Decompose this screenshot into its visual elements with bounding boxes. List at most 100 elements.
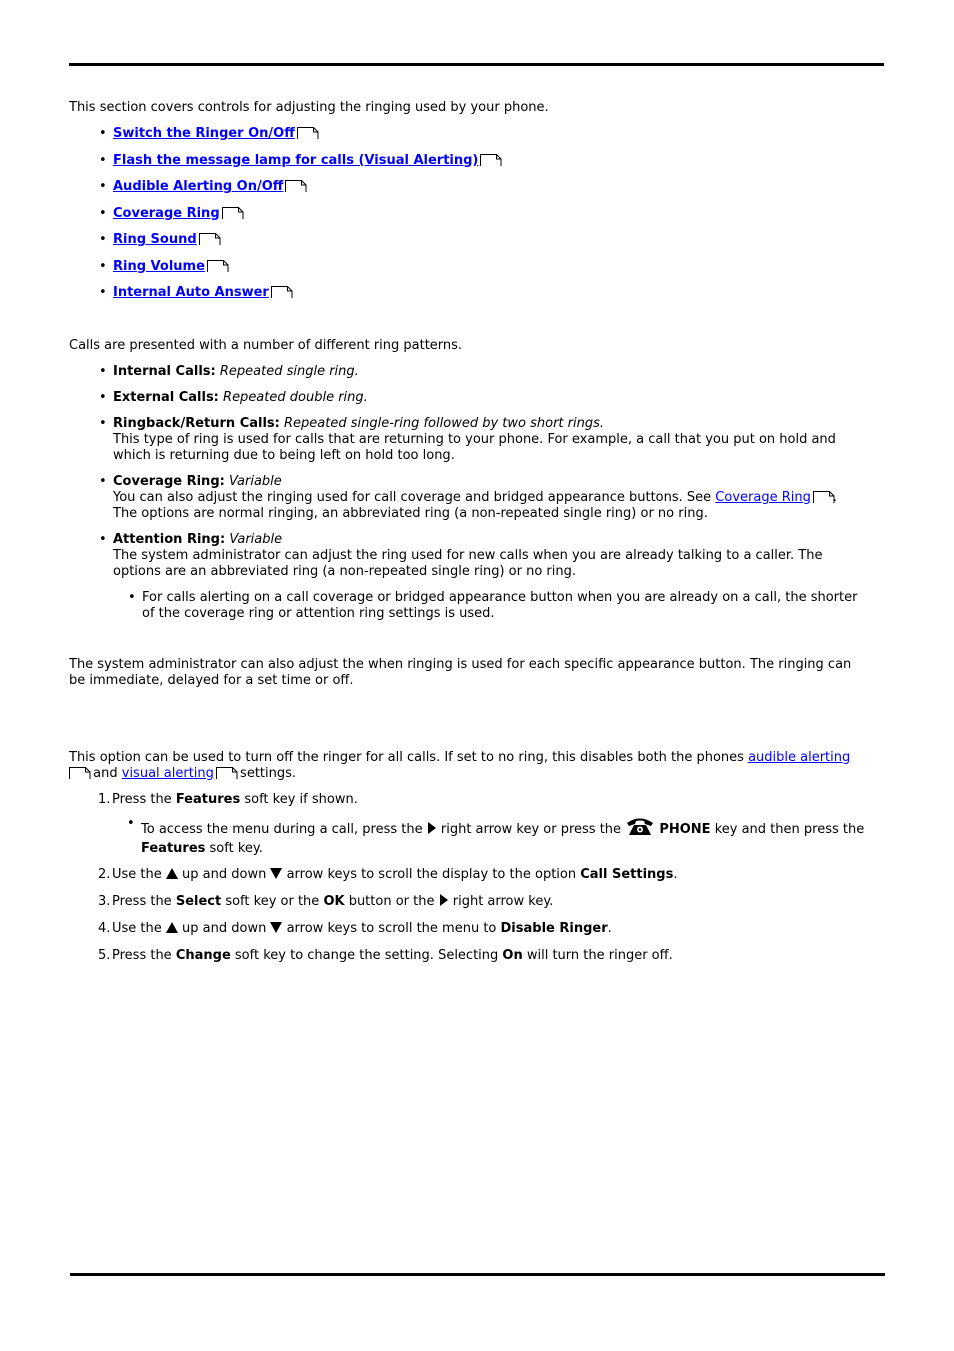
key-name: Change (175, 948, 231, 963)
key-name: Select (175, 894, 222, 909)
section-intro: This section covers controls for adjusti… (69, 100, 549, 115)
down-arrow-key-icon (270, 922, 283, 938)
step-text: up and down (177, 867, 271, 882)
list-item: Audible Alerting On/Off (69, 179, 500, 206)
step-text: button or the (344, 894, 439, 909)
item-value: Repeated single ring. (219, 364, 359, 379)
step-number: 5. (98, 948, 111, 963)
step-number: 2. (98, 867, 111, 882)
item-description: You can also adjust the ringing used for… (113, 490, 716, 505)
list-item: Ringback/Return Calls: Repeated single-r… (69, 416, 869, 464)
item-description: The system administrator can adjust the … (113, 548, 823, 579)
list-item: Flash the message lamp for calls (Visual… (69, 153, 502, 180)
item-label: Internal Calls: (113, 364, 216, 379)
cross-reference-icon (270, 285, 293, 298)
header-rule (69, 63, 884, 66)
list-item: Internal Auto Answer (69, 285, 500, 312)
link-ring-sound[interactable]: Ring Sound (113, 232, 197, 247)
up-arrow-key-icon (165, 922, 178, 938)
cross-reference-icon (812, 490, 835, 503)
cross-reference-icon (215, 766, 238, 779)
item-value: Variable (228, 474, 282, 489)
step-text: soft key if shown. (240, 792, 358, 807)
step-item: 5. Press the Change soft key to change t… (69, 948, 869, 964)
item-value: Repeated double ring. (223, 390, 368, 405)
step-text: will turn the ringer off. (522, 948, 673, 963)
item-value: Variable (229, 532, 283, 547)
phone-key-icon (625, 816, 655, 841)
footer-rule (70, 1273, 885, 1276)
step-text: Use the (112, 921, 166, 936)
cross-reference-icon (296, 126, 319, 139)
step-item: 4. Use the up and down arrow keys to scr… (69, 921, 869, 938)
step-text: right arrow key or press the (436, 822, 626, 837)
step-text: soft key to change the setting. Selectin… (230, 948, 503, 963)
step-text: To access the menu during a call, press … (141, 822, 427, 837)
key-name: PHONE (659, 822, 711, 837)
item-label: Ringback/Return Calls: (113, 416, 280, 431)
key-name: Features (141, 841, 206, 856)
step-text: arrow keys to scroll the display to the … (282, 867, 581, 882)
step-text: Press the (112, 894, 176, 909)
item-label: Coverage Ring: (113, 474, 225, 489)
step-item: 1. Press the Features soft key if shown.… (69, 792, 869, 857)
list-item: Coverage Ring (69, 206, 500, 233)
ringer-section-intro: This option can be used to turn off the … (69, 750, 869, 782)
step-number: 3. (98, 894, 111, 909)
ringer-steps: 1. Press the Features soft key if shown.… (69, 792, 869, 974)
admin-note: The system administrator can also adjust… (69, 657, 852, 688)
item-value: Repeated single-ring followed by two sho… (284, 416, 604, 431)
cross-reference-icon (206, 259, 229, 272)
link-visual-alerting-inline[interactable]: visual alerting (122, 766, 214, 781)
step-text: right arrow key. (448, 894, 554, 909)
cross-reference-icon (285, 179, 307, 192)
sub-list-item: To access the menu during a call, press … (112, 816, 869, 857)
step-text: Press the (112, 948, 176, 963)
item-label: External Calls: (113, 390, 219, 405)
list-item: Coverage Ring: Variable You can also adj… (69, 474, 869, 522)
cross-reference-icon (69, 766, 91, 779)
link-internal-auto-answer[interactable]: Internal Auto Answer (113, 285, 269, 300)
link-switch-ringer[interactable]: Switch the Ringer On/Off (113, 126, 295, 141)
list-item: Switch the Ringer On/Off (69, 126, 500, 153)
intro-text: This option can be used to turn off the … (69, 750, 749, 765)
step-text: soft key or the (221, 894, 324, 909)
right-arrow-key-icon (439, 894, 449, 911)
step-text: arrow keys to scroll the menu to (282, 921, 501, 936)
list-item: Attention Ring: Variable The system admi… (69, 532, 869, 622)
menu-option: Call Settings (580, 867, 674, 882)
link-coverage-ring[interactable]: Coverage Ring (113, 206, 220, 221)
list-item: Ring Volume (69, 259, 500, 286)
list-item: Ring Sound (69, 232, 500, 259)
menu-option: Disable Ringer (500, 921, 608, 936)
step-text: key and then press the (710, 822, 865, 837)
right-arrow-key-icon (427, 822, 437, 839)
link-ring-volume[interactable]: Ring Volume (113, 259, 205, 274)
step-text: . (607, 921, 612, 936)
key-name: OK (323, 894, 345, 909)
step-number: 1. (98, 792, 111, 807)
link-coverage-ring-inline[interactable]: Coverage Ring (715, 490, 811, 505)
key-name: Features (175, 792, 241, 807)
link-audible-alerting-inline[interactable]: audible alerting (748, 750, 850, 765)
step-text: . (673, 867, 678, 882)
link-visual-alerting[interactable]: Flash the message lamp for calls (Visual… (113, 153, 478, 168)
cross-reference-icon (480, 153, 502, 166)
ring-patterns-intro: Calls are presented with a number of dif… (69, 338, 463, 353)
step-number: 4. (98, 921, 111, 936)
item-description-cont: The options are normal ringing, an abbre… (113, 506, 708, 521)
link-audible-alerting[interactable]: Audible Alerting On/Off (113, 179, 283, 194)
step-text: Press the (112, 792, 176, 807)
step-text: soft key. (205, 841, 263, 856)
list-item: External Calls: Repeated double ring. (69, 390, 869, 406)
step-text: up and down (177, 921, 271, 936)
setting-value: On (502, 948, 523, 963)
up-arrow-key-icon (165, 868, 178, 884)
step-item: 3. Press the Select soft key or the OK b… (69, 894, 869, 911)
step-item: 2. Use the up and down arrow keys to scr… (69, 867, 869, 884)
down-arrow-key-icon (270, 868, 283, 884)
list-item: Internal Calls: Repeated single ring. (69, 364, 869, 380)
step-text: Use the (112, 867, 166, 882)
cross-reference-icon (198, 232, 221, 245)
topic-link-list: Switch the Ringer On/Off Flash the messa… (69, 126, 502, 312)
